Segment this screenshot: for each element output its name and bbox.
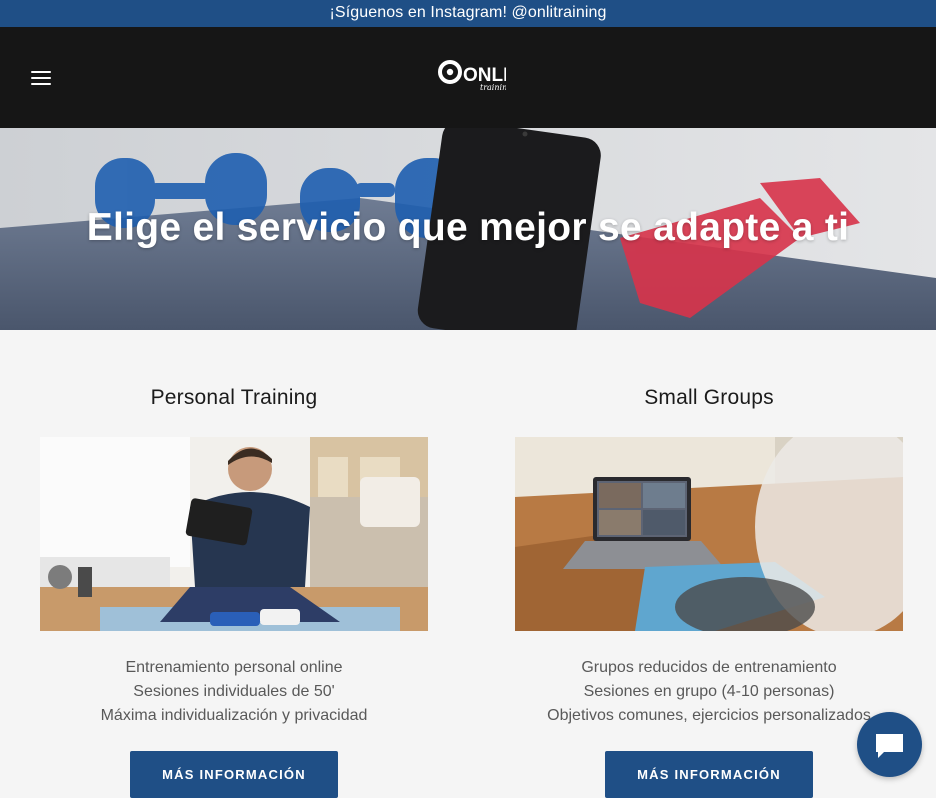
logo-subtext: training: [480, 83, 506, 92]
personal-training-more-info-button[interactable]: MÁS INFORMACIÓN: [130, 751, 338, 798]
site-logo[interactable]: ONLI training: [438, 59, 512, 93]
hero-title: Elige el servicio que mejor se adapte a …: [86, 206, 850, 249]
description-line: Sesiones en grupo (4-10 personas): [583, 683, 835, 700]
personal-training-image: [40, 437, 428, 631]
description-line: Objetivos comunes, ejercicios personaliz…: [547, 707, 871, 724]
service-title-small-groups: Small Groups: [644, 386, 774, 409]
announcement-text[interactable]: ¡Síguenos en Instagram! @onlitraining: [330, 4, 607, 21]
small-groups-more-info-button[interactable]: MÁS INFORMACIÓN: [605, 751, 813, 798]
small-groups-image: [515, 437, 903, 631]
chat-bubble-icon: [876, 734, 903, 758]
description-line: Máxima individualización y privacidad: [100, 707, 368, 724]
description-line: Grupos reducidos de entrenamiento: [581, 659, 837, 676]
hero-banner: Elige el servicio que mejor se adapte a …: [0, 128, 936, 330]
chat-widget-button[interactable]: [857, 712, 922, 777]
announcement-bar[interactable]: ¡Síguenos en Instagram! @onlitraining: [0, 0, 936, 27]
description-line: Entrenamiento personal online: [125, 659, 343, 676]
small-groups-description: Grupos reducidos de entrenamiento Sesion…: [515, 656, 903, 728]
hamburger-menu-icon[interactable]: [31, 70, 51, 86]
description-line: Sesiones individuales de 50': [133, 683, 335, 700]
service-title-personal-training: Personal Training: [150, 386, 318, 409]
site-header: ONLI training: [0, 27, 936, 128]
personal-training-description: Entrenamiento personal online Sesiones i…: [40, 656, 428, 728]
